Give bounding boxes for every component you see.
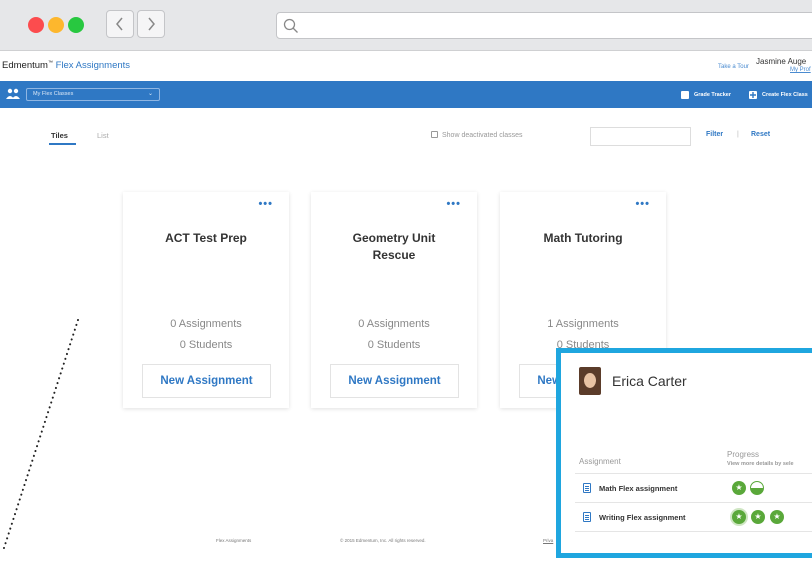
star-icon[interactable]: ★ bbox=[732, 481, 746, 495]
student-name: Erica Carter bbox=[612, 373, 687, 389]
assignment-name: Math Flex assignment bbox=[599, 484, 678, 493]
table-row[interactable]: Math Flex assignment ★ bbox=[575, 473, 812, 503]
star-icon[interactable]: ★ bbox=[770, 510, 784, 524]
student-detail-panel: Erica Carter Assignment Progress View mo… bbox=[556, 348, 812, 558]
column-header-progress: Progress View more details by sele bbox=[727, 451, 794, 468]
table-row[interactable]: Writing Flex assignment ★ ★ ★ bbox=[575, 502, 812, 532]
star-icon[interactable]: ★ bbox=[732, 510, 746, 524]
document-icon bbox=[583, 483, 591, 493]
column-header-assignment: Assignment bbox=[579, 457, 621, 466]
document-icon bbox=[583, 512, 591, 522]
progress-header-label: Progress bbox=[727, 450, 760, 459]
progress-header-sub: View more details by sele bbox=[727, 461, 794, 467]
assignment-name: Writing Flex assignment bbox=[599, 513, 686, 522]
table-row bbox=[575, 531, 812, 561]
star-icon[interactable]: ★ bbox=[751, 510, 765, 524]
avatar bbox=[579, 367, 601, 395]
half-progress-icon[interactable] bbox=[750, 481, 764, 495]
